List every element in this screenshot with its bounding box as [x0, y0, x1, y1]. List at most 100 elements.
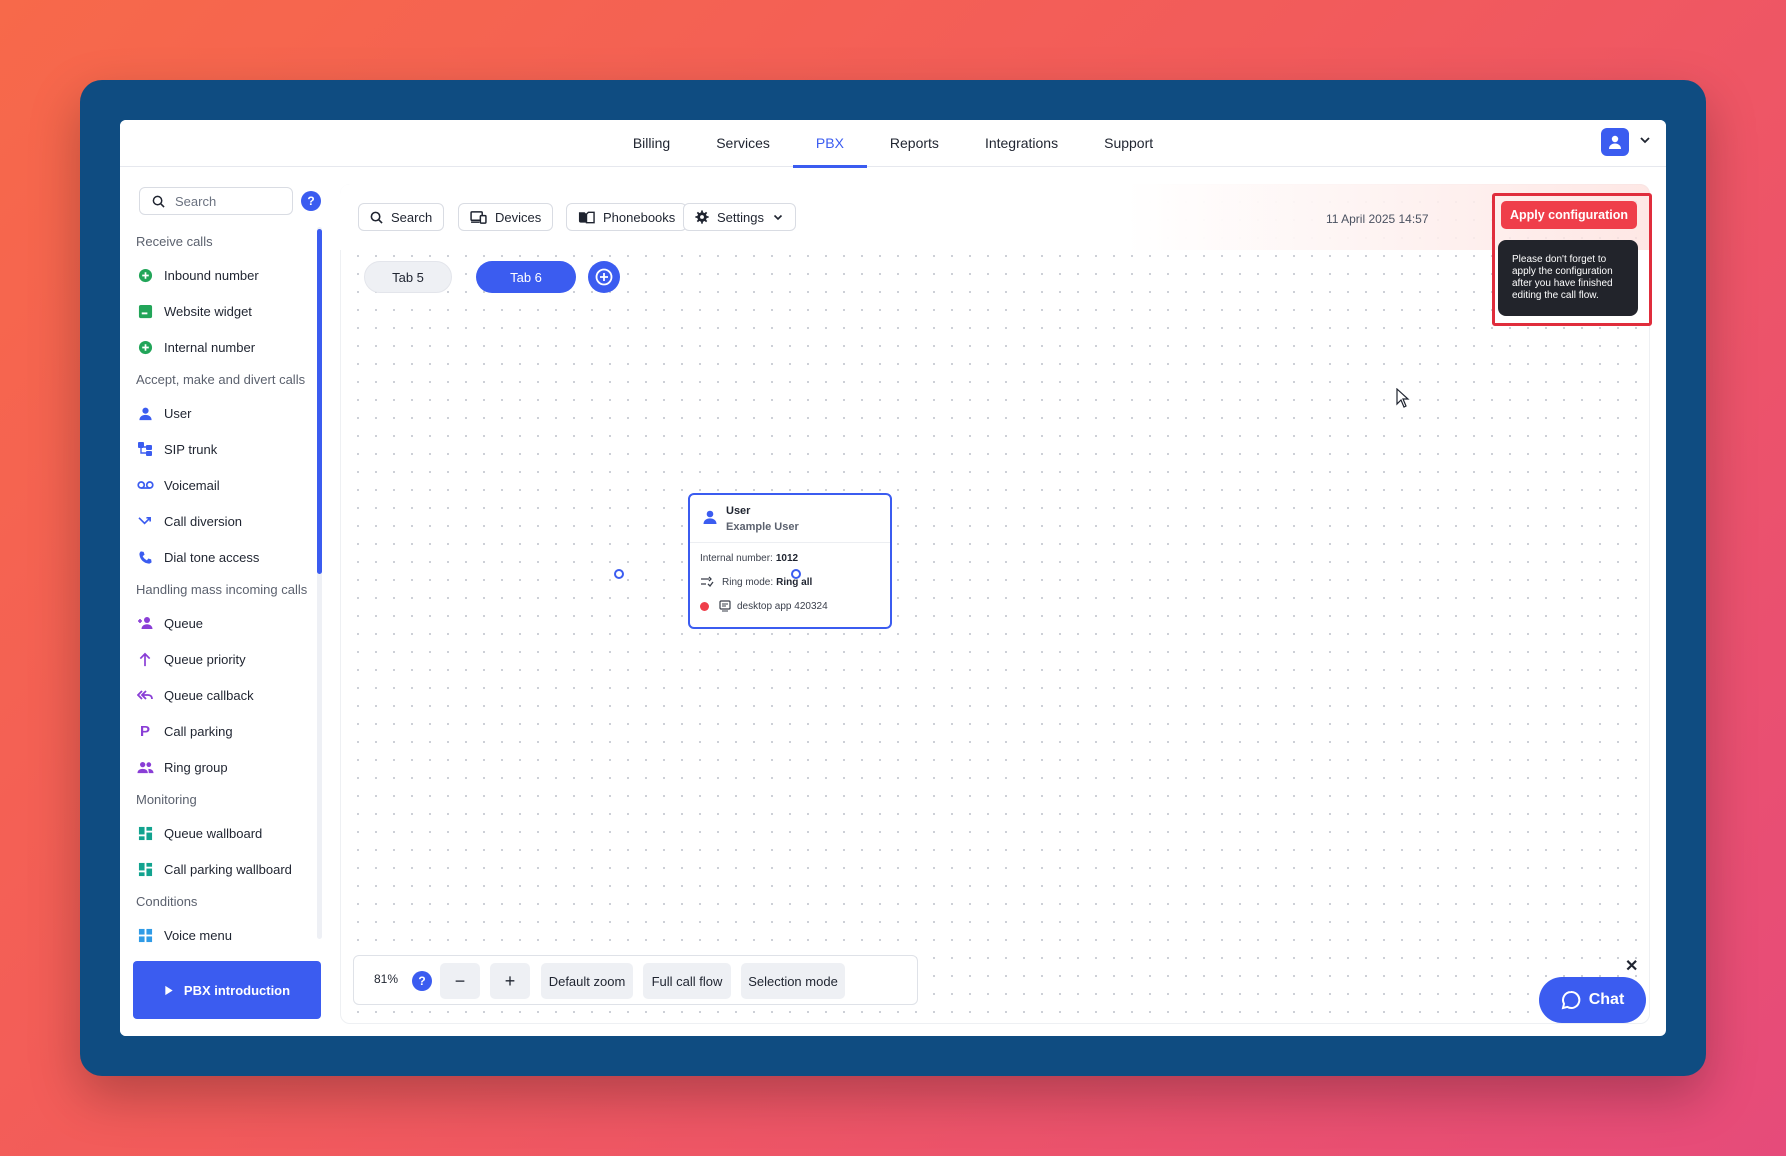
widget-icon: [136, 302, 154, 320]
sidebar-item-label: Ring group: [164, 759, 228, 775]
tab-6[interactable]: Tab 6: [476, 261, 576, 293]
sidebar-item-ring-group[interactable]: Ring group: [136, 749, 316, 785]
section-monitoring: Monitoring: [136, 792, 197, 807]
zoom-help-icon[interactable]: ?: [412, 971, 432, 991]
user-icon: [1609, 135, 1621, 149]
plus-circle-icon: [595, 268, 613, 286]
apply-configuration-button[interactable]: Apply configuration: [1501, 201, 1637, 229]
search-icon: [152, 195, 165, 208]
sidebar-help-icon[interactable]: ?: [301, 191, 321, 211]
sidebar-item-queue-priority[interactable]: Queue priority: [136, 641, 316, 677]
add-tab-button[interactable]: [588, 261, 620, 293]
sidebar-item-label: Voicemail: [164, 477, 220, 493]
group-icon: [136, 758, 154, 776]
sidebar-item-label: Website widget: [164, 303, 252, 319]
chevron-down-icon[interactable]: [1638, 133, 1652, 147]
sidebar-search-input[interactable]: Search: [139, 187, 293, 215]
phonebooks-label: Phonebooks: [603, 209, 676, 225]
internal-number-value: 1012: [775, 553, 799, 564]
mouse-cursor-icon: [1396, 388, 1410, 408]
avatar[interactable]: [1601, 128, 1629, 156]
canvas-search-button[interactable]: Search: [358, 203, 445, 231]
arrow-up-icon: [136, 650, 154, 668]
sidebar-item-label: Queue: [164, 615, 204, 631]
sidebar-item-label: Dial tone access: [164, 549, 260, 565]
apply-reminder-tooltip: Please don't forget to apply the configu…: [1498, 240, 1638, 316]
node-subtitle: Example User: [726, 521, 799, 533]
sidebar-scrollbar-thumb[interactable]: [317, 229, 322, 574]
chat-bubble-icon: [1561, 990, 1581, 1010]
nav-support[interactable]: Support: [1081, 120, 1176, 167]
full-call-flow-button[interactable]: Full call flow: [643, 963, 731, 999]
voicemail-icon: [136, 476, 154, 494]
sidebar-item-dial-tone-access[interactable]: Dial tone access: [136, 539, 316, 575]
call-flow-canvas[interactable]: [340, 184, 1650, 1024]
sidebar-item-inbound-number[interactable]: Inbound number: [136, 257, 316, 293]
zoom-toolbar: 81% ? − + Default zoom Full call flow Se…: [353, 955, 918, 1005]
nav-integrations[interactable]: Integrations: [962, 120, 1081, 167]
sidebar-item-label: SIP trunk: [164, 441, 218, 457]
gear-icon: [695, 210, 709, 224]
sidebar-item-queue-callback[interactable]: Queue callback: [136, 677, 316, 713]
plus-circle-icon: [136, 338, 154, 356]
node-title: User: [726, 505, 751, 517]
sidebar-item-user[interactable]: User: [136, 395, 316, 431]
sidebar-item-label: Queue wallboard: [164, 825, 263, 841]
chat-button[interactable]: Chat: [1539, 977, 1646, 1023]
sidebar-item-call-diversion[interactable]: Call diversion: [136, 503, 316, 539]
settings-dropdown[interactable]: Settings: [683, 203, 796, 231]
chat-close-icon[interactable]: ✕: [1625, 956, 1638, 976]
device-status-dot: [700, 601, 709, 611]
nav-reports[interactable]: Reports: [867, 120, 962, 167]
top-navigation: Billing Services PBX Reports Integration…: [120, 120, 1666, 168]
sidebar-item-voice-menu[interactable]: Voice menu: [136, 917, 316, 947]
node-input-handle[interactable]: [614, 569, 624, 579]
chat-label: Chat: [1588, 991, 1625, 1008]
device-label: desktop app 420324: [737, 600, 828, 612]
phonebook-icon: [578, 211, 595, 224]
default-zoom-button[interactable]: Default zoom: [541, 963, 633, 999]
last-saved-datetime: 11 April 2025 14:57: [1326, 212, 1429, 226]
search-icon: [370, 211, 383, 224]
plus-circle-icon: [136, 266, 154, 284]
phonebooks-button[interactable]: Phonebooks: [566, 203, 688, 231]
search-placeholder: Search: [175, 193, 217, 209]
sidebar-item-queue[interactable]: Queue: [136, 605, 316, 641]
search-label: Search: [391, 209, 433, 225]
sidebar-item-label: Queue callback: [164, 687, 254, 703]
devices-label: Devices: [495, 209, 542, 225]
sidebar-list: Receive calls Inbound number Website wid…: [136, 227, 316, 947]
ring-mode-icon: [701, 576, 714, 587]
nav-pbx[interactable]: PBX: [792, 120, 867, 168]
sidebar-item-website-widget[interactable]: Website widget: [136, 293, 316, 329]
sidebar-item-internal-number[interactable]: Internal number: [136, 329, 316, 365]
wallboard-icon: [136, 860, 154, 878]
selection-mode-button[interactable]: Selection mode: [741, 963, 845, 999]
sidebar-item-call-parking[interactable]: P Call parking: [136, 713, 316, 749]
nav-links: Billing Services PBX Reports Integration…: [120, 120, 1666, 168]
sidebar-item-sip-trunk[interactable]: SIP trunk: [136, 431, 316, 467]
settings-label: Settings: [717, 209, 764, 225]
user-icon: [136, 404, 154, 422]
sidebar-item-queue-wallboard[interactable]: Queue wallboard: [136, 815, 316, 851]
user-node[interactable]: User Example User Internal number: 1012 R…: [688, 493, 892, 629]
phone-icon: [136, 548, 154, 566]
sidebar-item-voicemail[interactable]: Voicemail: [136, 467, 316, 503]
app-window: Billing Services PBX Reports Integration…: [120, 120, 1666, 1036]
nav-billing[interactable]: Billing: [610, 120, 693, 167]
zoom-in-button[interactable]: +: [490, 963, 530, 999]
sip-trunk-icon: [136, 440, 154, 458]
node-output-handle[interactable]: [791, 569, 801, 579]
user-icon: [703, 510, 717, 524]
devices-button[interactable]: Devices: [458, 203, 554, 231]
tab-5[interactable]: Tab 5: [364, 261, 452, 293]
chevron-down-icon: [773, 214, 783, 221]
pbx-introduction-button[interactable]: PBX introduction: [133, 961, 321, 1019]
diversion-icon: [136, 512, 154, 530]
sidebar-item-label: Voice menu: [164, 927, 232, 943]
ring-mode-label: Ring mode:: [722, 576, 774, 588]
nav-services[interactable]: Services: [693, 120, 793, 167]
sidebar-item-call-parking-wallboard[interactable]: Call parking wallboard: [136, 851, 316, 887]
zoom-out-button[interactable]: −: [440, 963, 480, 999]
sidebar-item-label: Internal number: [164, 339, 256, 355]
